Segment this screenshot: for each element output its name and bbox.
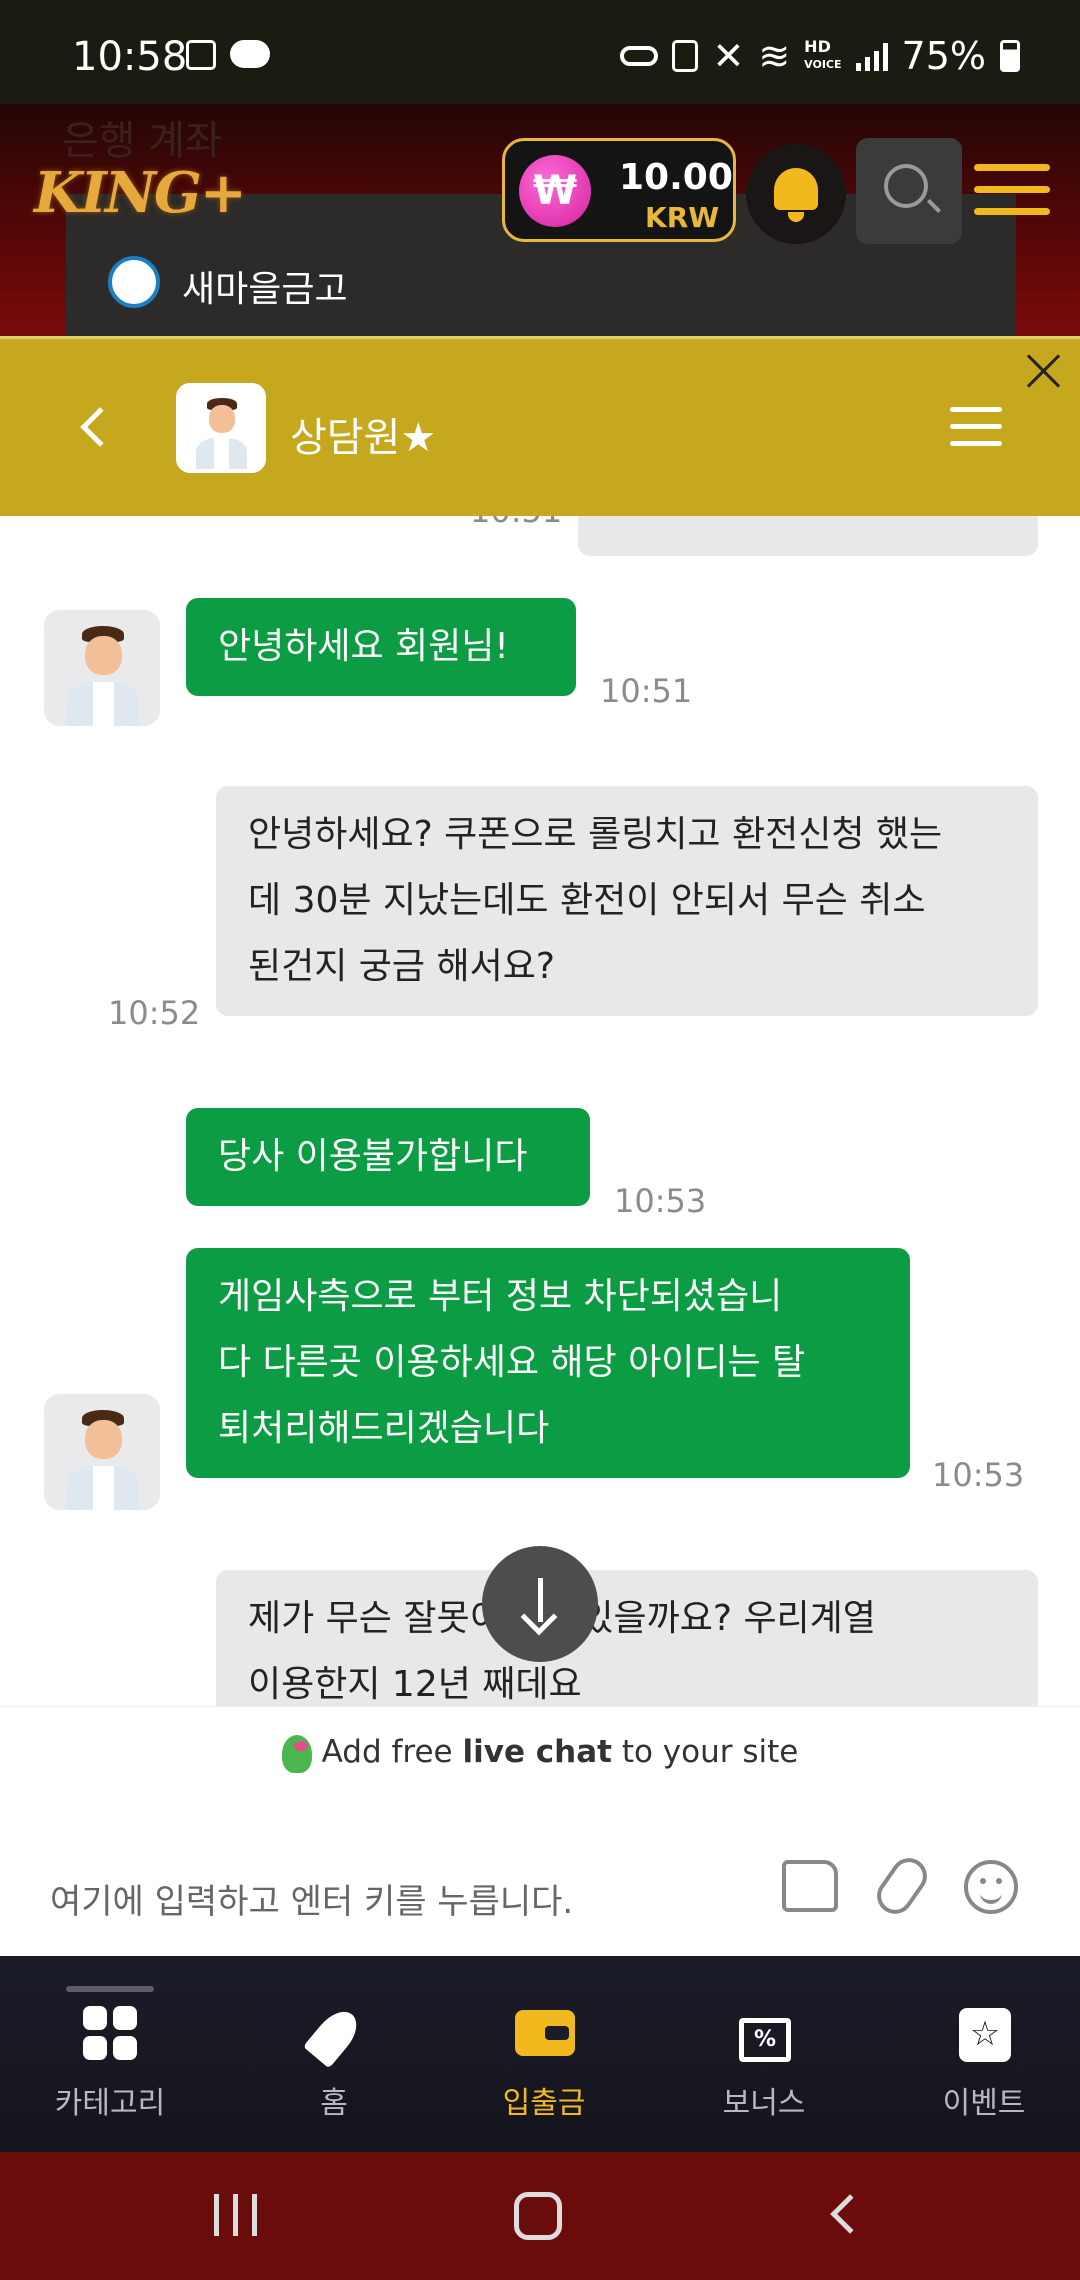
home-button[interactable]	[514, 2192, 562, 2240]
chat-close-button[interactable]	[1026, 353, 1062, 389]
message-time: 10:53	[614, 1182, 707, 1220]
rocket-icon	[302, 2002, 366, 2069]
notification-button[interactable]	[746, 144, 846, 244]
chat-back-button[interactable]	[80, 407, 120, 447]
main-menu-button[interactable]	[970, 160, 1054, 220]
chat-menu-button[interactable]	[950, 407, 1002, 447]
site-header: 은행 계좌 새마을금고 KING+ ₩ 10.00 KRW	[0, 104, 1080, 336]
search-icon	[884, 164, 928, 208]
status-time: 10:58	[72, 34, 188, 80]
agent-message: 안녕하세요 회원님!	[186, 598, 576, 696]
event-icon	[953, 2002, 1015, 2064]
agent-avatar	[176, 383, 266, 473]
nav-indicator	[66, 1986, 154, 1992]
bank-logo-icon	[108, 256, 160, 308]
agent-avatar-small	[44, 1394, 160, 1510]
search-button[interactable]	[856, 138, 962, 244]
system-navigation-bar	[0, 2152, 1080, 2280]
user-message: 제가 무슨 잘못이라도 있을까요? 우리계열 이용한지 12년 째데요	[216, 1570, 1038, 1706]
balance-amount: 10.00	[619, 157, 733, 198]
grid-icon	[79, 2002, 141, 2064]
hamburger-icon	[974, 164, 1050, 171]
message-bubble-partial	[578, 516, 1038, 556]
emoji-icon[interactable]	[964, 1860, 1018, 1914]
thumbs-up-icon[interactable]	[782, 1860, 838, 1912]
back-button[interactable]	[830, 2194, 870, 2234]
key-icon	[620, 46, 659, 66]
signal-icon	[855, 41, 888, 71]
won-coin-icon: ₩	[519, 155, 591, 227]
bell-icon	[774, 168, 818, 210]
agent-message: 당사 이용불가합니다	[186, 1108, 590, 1206]
nav-item-category[interactable]: 카테고리	[10, 2002, 210, 2122]
recycle-icon	[672, 40, 699, 72]
menu-icon	[950, 407, 1002, 412]
nav-item-event[interactable]: 이벤트	[884, 2002, 1080, 2122]
agent-name: 상담원★	[290, 415, 437, 461]
chat-input-row: 여기에 입력하고 엔터 키를 누릅니다.	[0, 1796, 1080, 1956]
gallery-icon	[186, 40, 216, 70]
attachment-icon[interactable]	[870, 1851, 934, 1921]
message-time: 10:53	[932, 1456, 1025, 1494]
scroll-to-bottom-button[interactable]	[482, 1546, 598, 1662]
status-bar: 10:58 ✕ ≋ HD VOICE 75%	[0, 0, 1080, 104]
battery-icon	[1000, 40, 1020, 72]
balance-currency: KRW	[645, 201, 720, 234]
gift-icon: %	[733, 2002, 795, 2064]
bank-account-title: 은행 계좌	[62, 118, 222, 164]
nav-item-deposit-withdraw[interactable]: 입출금	[444, 2002, 644, 2122]
wallet-icon	[513, 2002, 575, 2064]
bottom-navigation: 카테고리 홈 입출금 % 보너스 이벤트	[0, 1956, 1080, 2152]
hd-voice-icon: HD VOICE	[804, 37, 842, 72]
cloud-icon	[230, 40, 270, 68]
chat-message-list[interactable]: 10:51 안녕하세요 회원님! 10:51 안녕하세요? 쿠폰으로 롤링치고 …	[0, 516, 1080, 1706]
agent-avatar-small	[44, 610, 160, 726]
site-logo[interactable]: KING+	[34, 160, 247, 226]
chat-input[interactable]: 여기에 입력하고 엔터 키를 누릅니다.	[50, 1874, 750, 1923]
powered-by-link[interactable]: Add free live chat to your site	[0, 1706, 1080, 1796]
parrot-icon	[281, 1734, 312, 1773]
agent-message: 게임사측으로 부터 정보 차단되셨습니 다 다른곳 이용하세요 해당 아이디는 …	[186, 1248, 910, 1478]
user-message: 안녕하세요? 쿠폰으로 롤링치고 환전신청 했는 데 30분 지났는데도 환전이…	[216, 786, 1038, 1016]
recents-button[interactable]	[214, 2194, 258, 2236]
chat-header: 상담원★	[0, 336, 1080, 516]
nav-item-home[interactable]: 홈	[234, 2002, 434, 2122]
message-time: 10:51	[600, 672, 693, 710]
message-time: 10:52	[108, 994, 201, 1032]
nav-item-bonus[interactable]: % 보너스	[664, 2002, 864, 2122]
message-time: 10:51	[470, 516, 562, 530]
balance-widget[interactable]: ₩ 10.00 KRW	[502, 138, 736, 242]
mute-icon: ✕	[712, 34, 745, 78]
battery-percent: 75%	[901, 34, 986, 78]
wifi-icon: ≋	[758, 34, 791, 78]
bank-name: 새마을금고	[182, 269, 348, 310]
